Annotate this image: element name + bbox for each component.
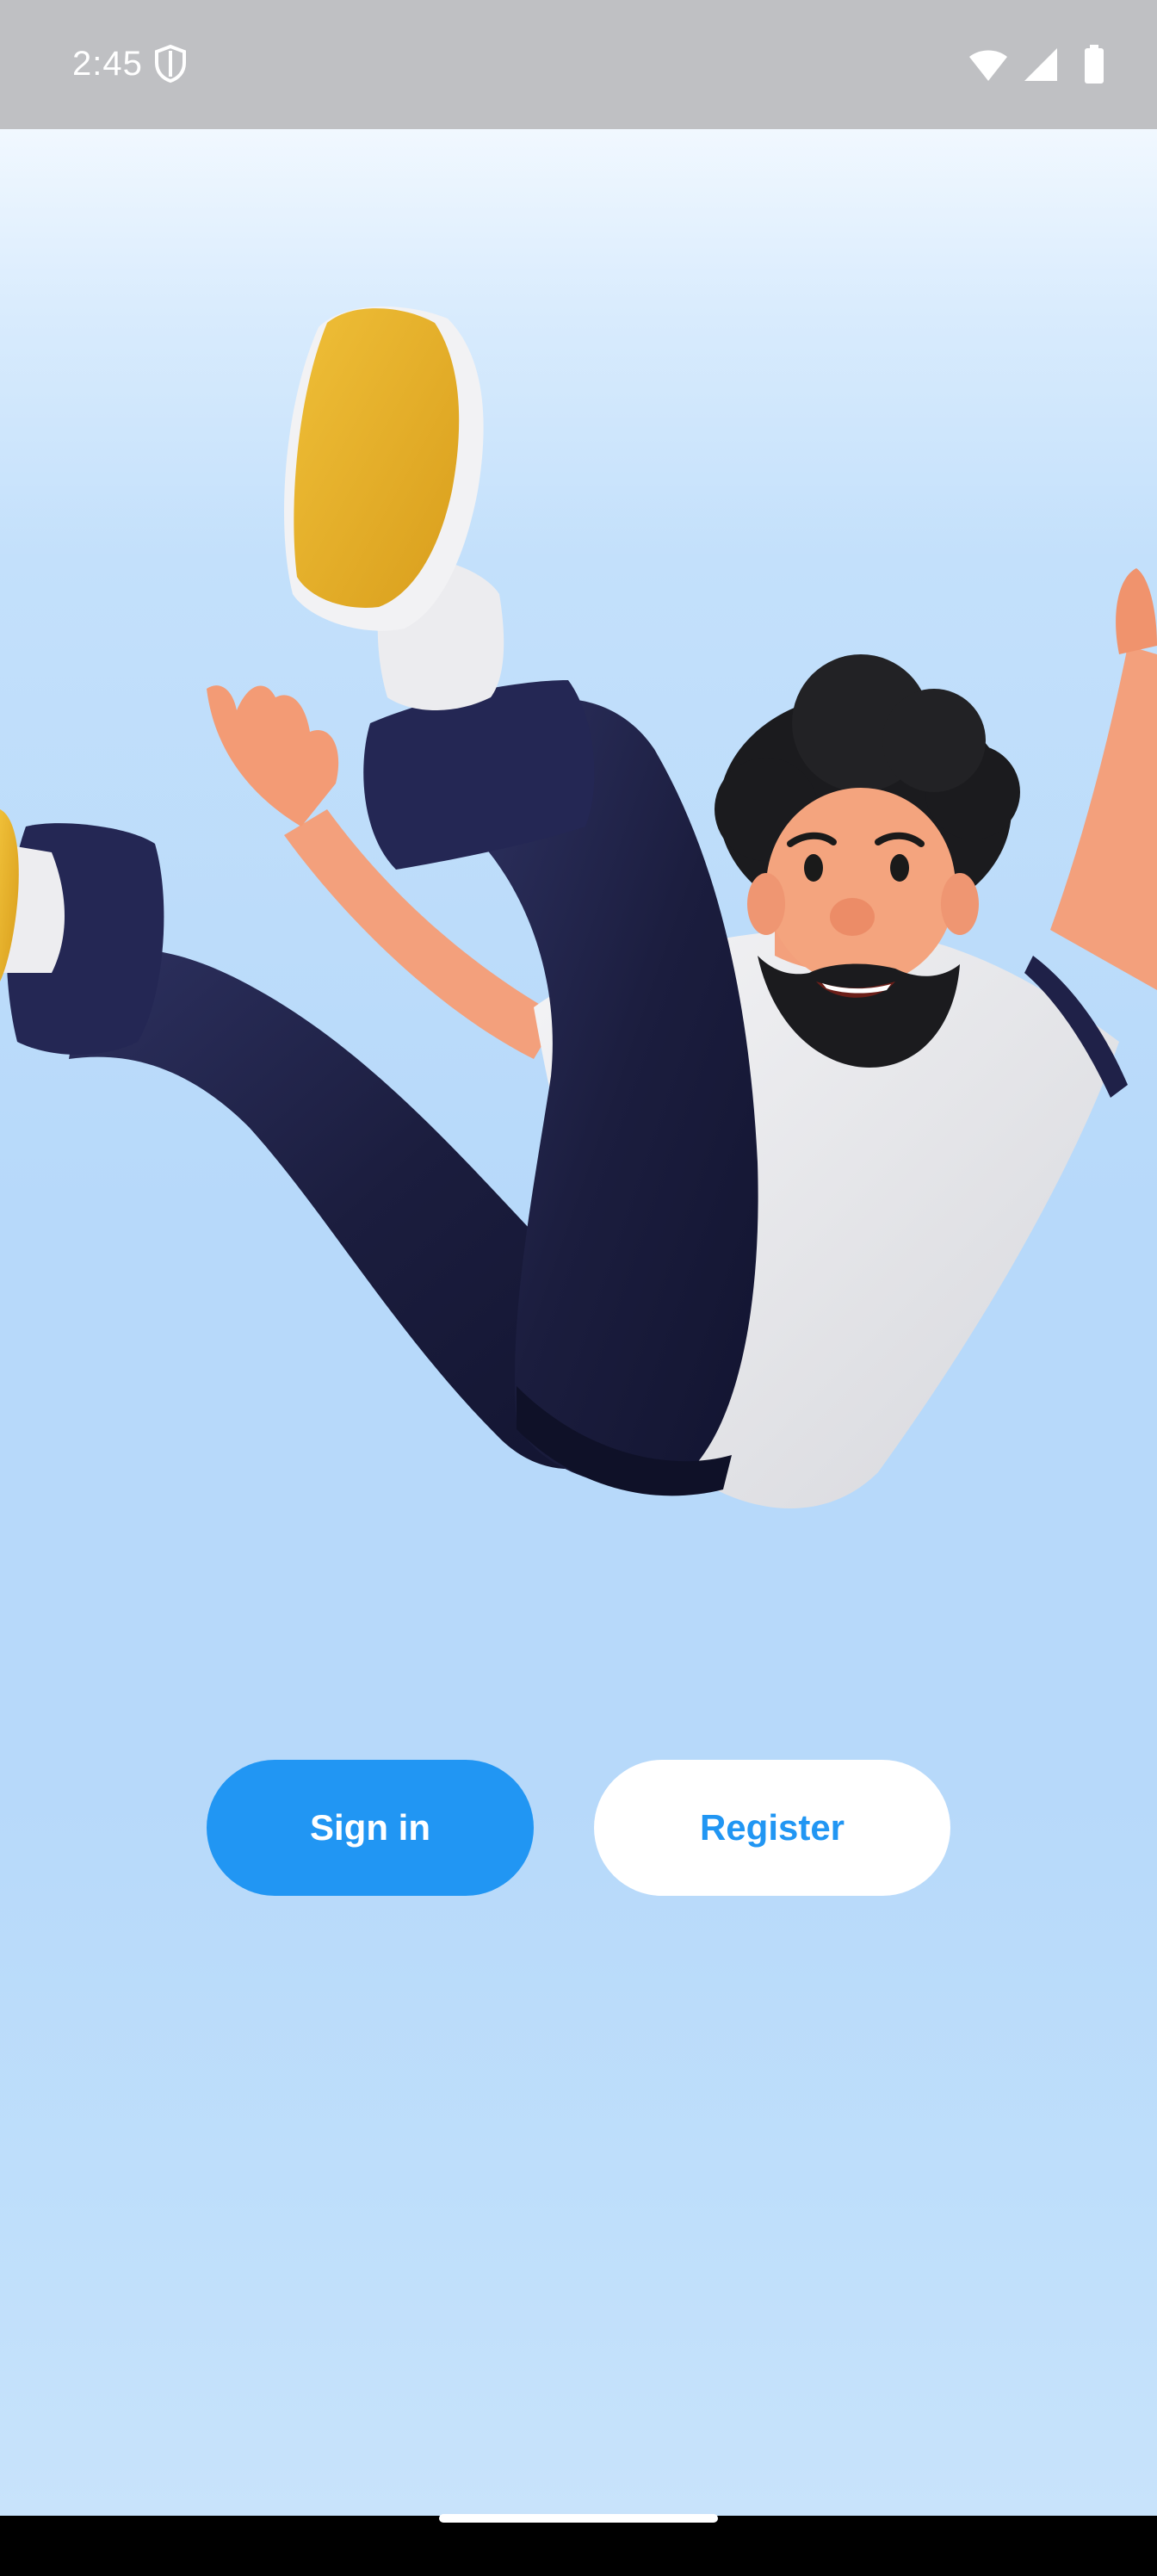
wifi-icon — [969, 50, 1007, 81]
welcome-screen: Sign in Register — [0, 129, 1157, 2516]
battery-icon — [1085, 45, 1104, 84]
home-gesture-handle[interactable] — [439, 2514, 718, 2523]
register-button[interactable]: Register — [594, 1760, 950, 1896]
falling-man-illustration — [0, 307, 1157, 1508]
cell-signal-icon — [1024, 48, 1057, 81]
navigation-bar — [0, 2516, 1157, 2576]
status-bar: 2:45 — [0, 0, 1157, 129]
sign-in-button[interactable]: Sign in — [207, 1760, 534, 1896]
shield-icon — [155, 44, 186, 84]
status-time: 2:45 — [72, 45, 143, 83]
